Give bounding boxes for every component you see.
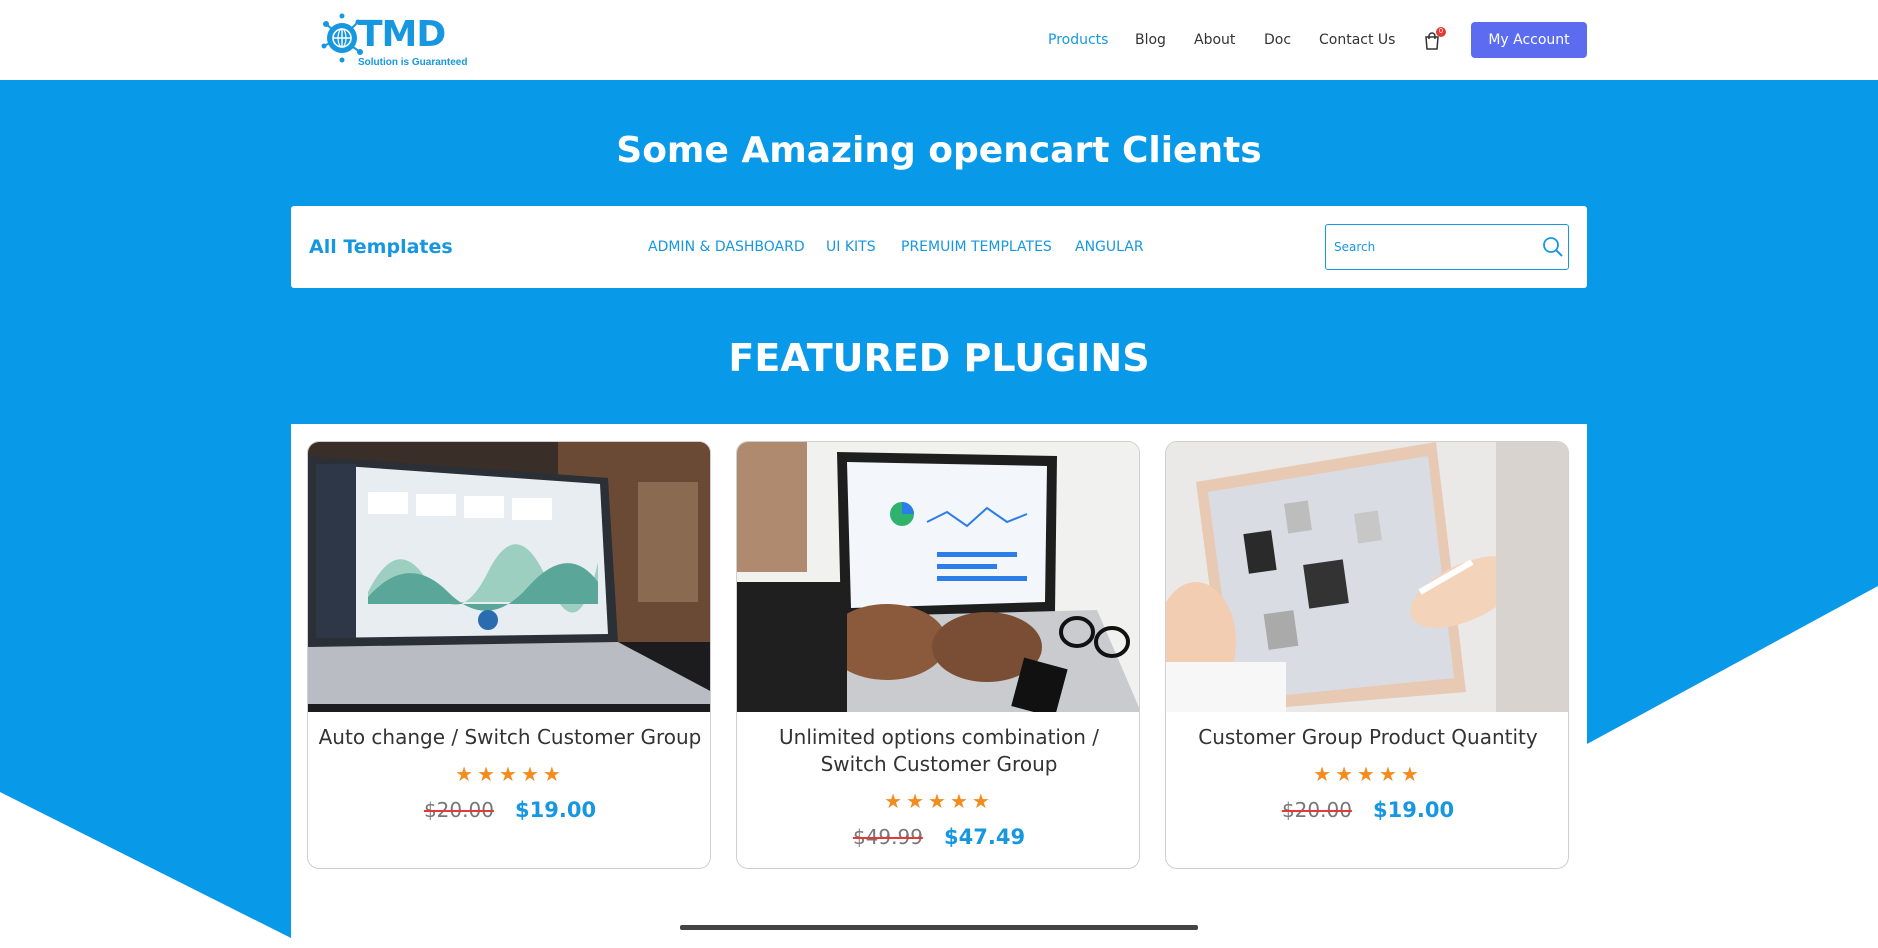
nav-about[interactable]: About (1194, 32, 1235, 48)
featured-plugins-panel: Auto change / Switch Customer Group ★★★★… (291, 424, 1587, 948)
product-title[interactable]: Unlimited options combination / Switch C… (747, 724, 1131, 778)
site-logo[interactable]: TMD Solution is Guaranteed (320, 10, 485, 70)
nav-doc[interactable]: Doc (1264, 32, 1291, 48)
sale-price: $19.00 (515, 798, 597, 822)
logo-text: TMD (358, 14, 446, 55)
cart-count-badge: 0 (1436, 27, 1446, 37)
star-rating: ★★★★★ (455, 764, 565, 786)
price-block: $20.00 $19.00 (308, 798, 710, 822)
nav-products[interactable]: Products (1048, 32, 1108, 48)
nav-contact-us[interactable]: Contact Us (1319, 32, 1395, 48)
search-icon[interactable] (1542, 236, 1564, 258)
product-card[interactable]: Auto change / Switch Customer Group ★★★★… (307, 441, 711, 869)
product-image-laptop-typing[interactable] (737, 442, 1139, 712)
star-rating: ★★★★★ (1313, 764, 1423, 786)
old-price: $20.00 (1281, 798, 1352, 822)
product-image-laptop-dashboard[interactable] (308, 442, 710, 712)
site-header: TMD Solution is Guaranteed Products Blog… (0, 0, 1878, 80)
product-image-tablet-drawings[interactable] (1166, 442, 1568, 712)
category-premium-templates[interactable]: PREMUIM TEMPLATES (901, 239, 1052, 255)
product-title[interactable]: Auto change / Switch Customer Group (318, 724, 702, 751)
sale-price: $47.49 (944, 825, 1026, 849)
old-price: $49.99 (852, 825, 923, 849)
logo-tagline: Solution is Guaranteed (358, 57, 468, 68)
sale-price: $19.00 (1373, 798, 1455, 822)
hero-title: Some Amazing opencart Clients (616, 130, 1262, 171)
old-price: $20.00 (423, 798, 494, 822)
star-rating: ★★★★★ (884, 791, 994, 813)
price-block: $20.00 $19.00 (1166, 798, 1568, 822)
price-block: $49.99 $47.49 (737, 825, 1139, 849)
template-filter-bar: All Templates ADMIN & DASHBOARD UI KITS … (291, 206, 1587, 288)
search-input[interactable] (1334, 235, 1534, 259)
category-admin-dashboard[interactable]: ADMIN & DASHBOARD (648, 239, 805, 255)
all-templates-link[interactable]: All Templates (309, 236, 453, 258)
cart-button[interactable]: 0 (1424, 27, 1446, 50)
product-title[interactable]: Customer Group Product Quantity (1176, 724, 1560, 751)
search-box (1325, 224, 1569, 270)
product-card[interactable]: Unlimited options combination / Switch C… (736, 441, 1140, 869)
product-card[interactable]: Customer Group Product Quantity ★★★★★ $2… (1165, 441, 1569, 869)
category-angular[interactable]: ANGULAR (1075, 239, 1144, 255)
my-account-button[interactable]: My Account (1471, 22, 1587, 58)
carousel-scrollbar[interactable] (680, 925, 1198, 930)
featured-plugins-title: FEATURED PLUGINS (728, 336, 1150, 380)
category-ui-kits[interactable]: UI KITS (826, 239, 876, 255)
nav-blog[interactable]: Blog (1135, 32, 1166, 48)
hero-section: Some Amazing opencart Clients All Templa… (0, 80, 1878, 948)
